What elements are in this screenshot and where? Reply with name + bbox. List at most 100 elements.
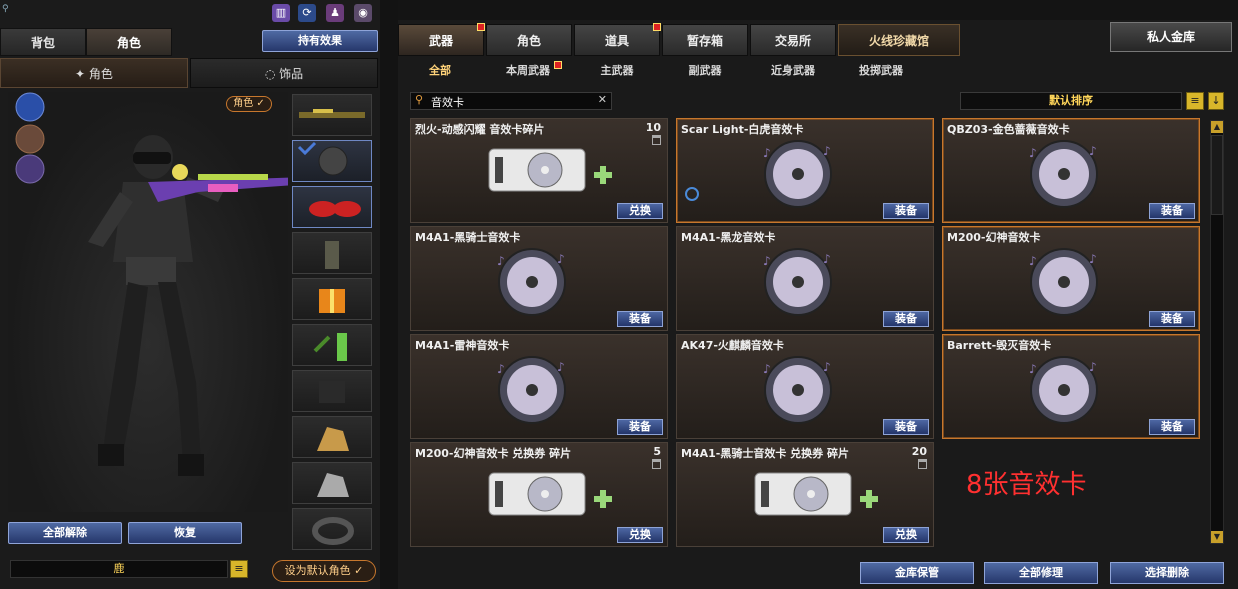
item-count: 10 bbox=[645, 121, 661, 134]
slot-armband[interactable] bbox=[292, 508, 372, 550]
tab-items-label: 道具 bbox=[604, 34, 629, 48]
item-card[interactable]: M4A1-黑骑士音效卡 兑换券 碎片 20 兑换 bbox=[676, 442, 934, 547]
scroll-up-icon[interactable]: ▲ bbox=[1211, 121, 1223, 133]
subcat-throwing[interactable]: 投掷武器 bbox=[846, 60, 916, 82]
search-field[interactable]: ⚲ 音效卡 ✕ bbox=[410, 92, 612, 110]
set-default-button[interactable]: 设为默认角色 ✓ bbox=[272, 560, 376, 582]
tab-roles[interactable]: 角色 bbox=[486, 24, 572, 56]
select-delete-button[interactable]: 选择删除 bbox=[1110, 562, 1224, 584]
scroll-down-icon[interactable]: ▼ bbox=[1211, 531, 1223, 543]
sort-list-icon[interactable]: ≡ bbox=[1186, 92, 1204, 110]
sound-disc-icon: ♪ ♪ bbox=[1029, 248, 1098, 316]
svg-text:♪: ♪ bbox=[823, 144, 831, 158]
game-inventory-window: ⚲ ▥ ⟳ ♟ ◉ 背包 角色 持有效果 ✦ 角色 ◌ 饰品 角色 ✓ 全部解除… bbox=[0, 0, 1238, 589]
slot-potion[interactable] bbox=[292, 324, 372, 366]
clear-all-button[interactable]: 全部解除 bbox=[8, 522, 122, 544]
item-card[interactable]: ♪ ♪ Barrett-毁灭音效卡 装备 bbox=[942, 334, 1200, 439]
trash-icon[interactable] bbox=[918, 459, 927, 469]
inventory-panel: 武器 角色 道具 暂存箱 交易所 火线珍藏馆 私人金库 全部 本周武器 主武器 … bbox=[398, 0, 1238, 589]
private-vault-button[interactable]: 私人金库 bbox=[1110, 22, 1232, 52]
item-action-button[interactable]: 装备 bbox=[1149, 419, 1195, 435]
svg-text:♪: ♪ bbox=[1029, 362, 1037, 376]
item-action-button[interactable]: 装备 bbox=[1149, 311, 1195, 327]
item-count: 5 bbox=[653, 445, 661, 458]
item-name: M4A1-黑龙音效卡 bbox=[681, 231, 776, 244]
role-badge[interactable]: 角色 ✓ bbox=[226, 96, 272, 112]
subcat-secondary[interactable]: 副武器 bbox=[670, 60, 740, 82]
sound-disc-icon: ♪ ♪ bbox=[763, 356, 832, 424]
clear-search-icon[interactable]: ✕ bbox=[598, 93, 607, 106]
subcat-primary[interactable]: 主武器 bbox=[582, 60, 652, 82]
svg-text:♪: ♪ bbox=[763, 362, 771, 376]
slot-horse-silver[interactable] bbox=[292, 462, 372, 504]
item-name: QBZ03-金色蔷薇音效卡 bbox=[947, 123, 1070, 136]
scroll-thumb[interactable] bbox=[1211, 135, 1223, 215]
item-count: 20 bbox=[911, 445, 927, 458]
character-action-icon[interactable]: ♟ bbox=[326, 4, 344, 22]
restore-button[interactable]: 恢复 bbox=[128, 522, 242, 544]
character-name-field[interactable]: 鹿 bbox=[10, 560, 228, 578]
tab-storage[interactable]: 暂存箱 bbox=[662, 24, 748, 56]
tab-items[interactable]: 道具 bbox=[574, 23, 661, 56]
owned-effects-button[interactable]: 持有效果 bbox=[262, 30, 378, 52]
slot-empty[interactable] bbox=[292, 370, 372, 412]
sound-disc-icon: ♪ ♪ bbox=[1029, 140, 1098, 208]
item-action-button[interactable]: 兑换 bbox=[883, 527, 929, 543]
item-card[interactable]: ♪ ♪ M4A1-黑骑士音效卡 装备 bbox=[410, 226, 668, 331]
item-card[interactable]: ♪ ♪ M4A1-黑龙音效卡 装备 bbox=[676, 226, 934, 331]
repair-all-button[interactable]: 全部修理 bbox=[984, 562, 1098, 584]
item-action-button[interactable]: 装备 bbox=[883, 311, 929, 327]
sort-dropdown[interactable]: 默认排序 bbox=[960, 92, 1182, 110]
slot-radio[interactable] bbox=[292, 232, 372, 274]
item-card[interactable]: ♪ ♪ M200-幻神音效卡 装备 bbox=[942, 226, 1200, 331]
vault-store-button[interactable]: 金库保管 bbox=[860, 562, 974, 584]
subcat-weekly[interactable]: 本周武器 bbox=[490, 60, 566, 82]
subcat-all[interactable]: 全部 bbox=[412, 60, 468, 82]
item-card[interactable]: ♪ ♪ M4A1-雷神音效卡 装备 bbox=[410, 334, 668, 439]
character-list-icon[interactable]: ≡ bbox=[230, 560, 248, 578]
set-default-label: 设为默认角色 bbox=[284, 564, 351, 577]
slot-primary-weapon[interactable] bbox=[292, 94, 372, 136]
item-action-button[interactable]: 装备 bbox=[883, 203, 929, 219]
item-card[interactable]: ♪ ♪ Scar Light-白虎音效卡 装备 bbox=[676, 118, 934, 223]
item-card[interactable]: M200-幻神音效卡 兑换券 碎片 5 兑换 bbox=[410, 442, 668, 547]
subtab-character[interactable]: ✦ 角色 bbox=[0, 58, 188, 88]
slot-horse-gold[interactable] bbox=[292, 416, 372, 458]
placeholder-icon bbox=[319, 381, 345, 403]
svg-text:♪: ♪ bbox=[1029, 254, 1037, 268]
item-action-button[interactable]: 兑换 bbox=[617, 527, 663, 543]
refresh-icon[interactable]: ⟳ bbox=[298, 4, 316, 22]
sort-order-icon[interactable]: ↓ bbox=[1208, 92, 1224, 110]
item-action-button[interactable]: 装备 bbox=[1149, 203, 1195, 219]
trash-icon[interactable] bbox=[652, 459, 661, 469]
tab-character[interactable]: 角色 bbox=[86, 28, 172, 56]
sound-disc-icon: ♪ ♪ bbox=[763, 140, 832, 208]
slot-helmet[interactable] bbox=[292, 140, 372, 182]
tab-collection[interactable]: 火线珍藏馆 bbox=[838, 24, 960, 56]
subtab-accessories[interactable]: ◌ 饰品 bbox=[190, 58, 378, 88]
item-action-button[interactable]: 兑换 bbox=[617, 203, 663, 219]
tab-weapons-label: 武器 bbox=[428, 34, 453, 48]
tab-backpack[interactable]: 背包 bbox=[0, 28, 86, 56]
tab-exchange[interactable]: 交易所 bbox=[750, 24, 836, 56]
slot-gift[interactable] bbox=[292, 278, 372, 320]
trash-icon[interactable] bbox=[652, 135, 661, 145]
subcat-melee[interactable]: 近身武器 bbox=[758, 60, 828, 82]
item-action-button[interactable]: 装备 bbox=[883, 419, 929, 435]
trophy-icon[interactable]: ▥ bbox=[272, 4, 290, 22]
helmet-icon bbox=[297, 141, 348, 176]
item-name: M4A1-雷神音效卡 bbox=[415, 339, 510, 352]
item-action-button[interactable]: 装备 bbox=[617, 311, 663, 327]
item-card[interactable]: 烈火-动感闪耀 音效卡碎片 10 兑换 bbox=[410, 118, 668, 223]
slot-goggles[interactable] bbox=[292, 186, 372, 228]
item-card[interactable]: ♪ ♪ QBZ03-金色蔷薇音效卡装备 bbox=[942, 118, 1200, 223]
scrollbar[interactable]: ▲ ▼ bbox=[1210, 120, 1224, 544]
bag-icon[interactable]: ◉ bbox=[354, 4, 372, 22]
equipped-icon bbox=[685, 187, 699, 201]
item-action-button[interactable]: 装备 bbox=[617, 419, 663, 435]
tab-weapons[interactable]: 武器 bbox=[398, 23, 485, 56]
gift-icon bbox=[319, 289, 345, 313]
item-card[interactable]: ♪ ♪ AK47-火麒麟音效卡装备 bbox=[676, 334, 934, 439]
character-preview: 角色 ✓ bbox=[8, 92, 308, 512]
item-name: AK47-火麒麟音效卡 bbox=[681, 339, 784, 352]
